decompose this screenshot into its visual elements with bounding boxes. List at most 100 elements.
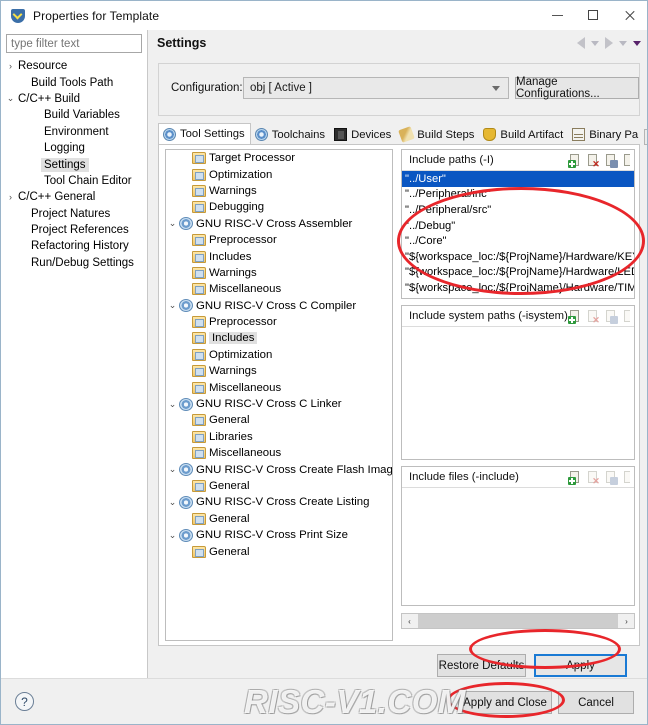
tool-tree-item[interactable]: Optimization bbox=[166, 347, 392, 363]
chevron-down-icon[interactable]: ⌄ bbox=[166, 218, 179, 229]
tab-binary-pa[interactable]: Binary Pa bbox=[568, 124, 643, 145]
forward-arrow-icon[interactable] bbox=[605, 37, 613, 49]
tab-scroll-left-icon[interactable]: ◄ bbox=[644, 129, 647, 145]
minimize-icon[interactable] bbox=[539, 1, 575, 29]
chevron-down-icon[interactable]: ⌄ bbox=[166, 300, 179, 311]
tool-tree-item[interactable]: ⌄ GNU RISC-V Cross C Compiler bbox=[166, 298, 392, 314]
tool-tree-item[interactable]: ⌄ GNU RISC-V Cross Assembler bbox=[166, 216, 392, 232]
restore-defaults-button[interactable]: Restore Defaults bbox=[437, 654, 526, 677]
list-item[interactable]: "${workspace_loc:/${ProjName}/Hardware/L… bbox=[402, 265, 634, 281]
edit-icon[interactable] bbox=[605, 153, 618, 168]
include-paths-list[interactable]: "../User" "../Peripheral/inc" "../Peripher… bbox=[402, 171, 634, 298]
scroll-left-icon[interactable]: ‹ bbox=[402, 614, 417, 628]
chevron-right-icon[interactable]: › bbox=[4, 61, 17, 71]
sidebar-item-project-natures[interactable]: Project Natures bbox=[1, 206, 148, 222]
list-item[interactable]: "../Core" bbox=[402, 233, 634, 249]
chevron-down-icon[interactable]: ⌄ bbox=[166, 497, 179, 508]
tool-tree-item[interactable]: ⌄ GNU RISC-V Cross Create Flash Image bbox=[166, 461, 392, 477]
scroll-right-icon[interactable]: › bbox=[619, 614, 634, 628]
sidebar-item-environment[interactable]: Environment bbox=[1, 124, 148, 140]
back-dropdown-icon[interactable] bbox=[591, 40, 599, 46]
manage-configurations-button[interactable]: Manage Configurations... bbox=[515, 76, 639, 100]
horizontal-scrollbar[interactable]: ‹ › bbox=[401, 613, 635, 629]
filter-text-input[interactable] bbox=[6, 34, 142, 53]
tab-toolchains[interactable]: Toolchains bbox=[251, 124, 330, 145]
chevron-down-icon[interactable]: ⌄ bbox=[166, 399, 179, 410]
tool-tree-item[interactable]: Miscellaneous bbox=[166, 379, 392, 395]
list-item[interactable]: "${workspace_loc:/${ProjName}/Hardware/K… bbox=[402, 249, 634, 265]
list-item[interactable]: "../Debug" bbox=[402, 218, 634, 234]
tool-tree-item[interactable]: Optimization bbox=[166, 166, 392, 182]
add-icon[interactable] bbox=[568, 153, 582, 168]
sidebar-item-label: Logging bbox=[44, 142, 85, 155]
tab-tool-settings[interactable]: Tool Settings bbox=[158, 123, 251, 145]
apply-and-close-button[interactable]: Apply and Close bbox=[458, 691, 552, 714]
sidebar-item-label: Build Tools Path bbox=[31, 76, 114, 89]
configuration-dropdown[interactable]: obj [ Active ] bbox=[243, 77, 509, 99]
tool-tree-item[interactable]: Includes bbox=[166, 248, 392, 264]
chevron-down-icon[interactable]: ⌄ bbox=[4, 94, 17, 103]
tool-tree-item[interactable]: Preprocessor bbox=[166, 314, 392, 330]
sidebar-item-c-c-general[interactable]: › C/C++ General bbox=[1, 189, 148, 205]
tool-tree-item[interactable]: General bbox=[166, 511, 392, 527]
delete-icon: ✕ bbox=[587, 309, 600, 324]
tool-tree-item[interactable]: ⌄ GNU RISC-V Cross Create Listing bbox=[166, 494, 392, 510]
tab-label: Tool Settings bbox=[180, 128, 245, 140]
tool-tree-item[interactable]: General bbox=[166, 478, 392, 494]
list-item[interactable]: "${workspace_loc:/${ProjName}/Hardware/T… bbox=[402, 280, 634, 296]
tool-tree-label: Preprocessor bbox=[209, 316, 277, 329]
list-item[interactable]: "../User" bbox=[402, 171, 634, 187]
tool-tree-item[interactable]: ⌄ GNU RISC-V Cross C Linker bbox=[166, 396, 392, 412]
history-navigation bbox=[577, 37, 641, 49]
tool-tree-item[interactable]: Debugging bbox=[166, 199, 392, 215]
sidebar-item-settings[interactable]: Settings bbox=[1, 156, 148, 172]
list-item[interactable]: "../Peripheral/src" bbox=[402, 202, 634, 218]
back-arrow-icon[interactable] bbox=[577, 37, 585, 49]
tool-tree-label: General bbox=[209, 480, 250, 492]
sidebar-item-build-tools-path[interactable]: Build Tools Path bbox=[1, 74, 148, 90]
tool-tree-item[interactable]: Miscellaneous bbox=[166, 445, 392, 461]
tool-tree-item[interactable]: Includes bbox=[166, 330, 392, 346]
close-icon[interactable] bbox=[611, 1, 647, 29]
tool-tree-item[interactable]: General bbox=[166, 412, 392, 428]
tab-build-artifact[interactable]: Build Artifact bbox=[479, 124, 568, 145]
apply-button[interactable]: Apply bbox=[534, 654, 627, 677]
include-files-list[interactable] bbox=[402, 488, 634, 605]
sidebar-item-run-debug-settings[interactable]: Run/Debug Settings bbox=[1, 255, 148, 271]
tool-tree-item[interactable]: Warnings bbox=[166, 183, 392, 199]
tab-build-steps[interactable]: Build Steps bbox=[396, 124, 479, 145]
sidebar-item-project-references[interactable]: Project References bbox=[1, 222, 148, 238]
chevron-down-icon[interactable]: ⌄ bbox=[166, 464, 179, 475]
include-system-paths-list[interactable] bbox=[402, 327, 634, 459]
sidebar-item-build-variables[interactable]: Build Variables bbox=[1, 107, 148, 123]
tool-tree-item[interactable]: General bbox=[166, 543, 392, 559]
view-menu-icon[interactable] bbox=[633, 40, 641, 46]
forward-dropdown-icon[interactable] bbox=[619, 40, 627, 46]
sidebar-item-resource[interactable]: › Resource bbox=[1, 58, 148, 74]
sidebar-item-refactoring-history[interactable]: Refactoring History bbox=[1, 238, 148, 254]
tab-devices[interactable]: Devices bbox=[330, 124, 396, 145]
sidebar-item-tool-chain-editor[interactable]: Tool Chain Editor bbox=[1, 173, 148, 189]
tool-tree-item[interactable]: Preprocessor bbox=[166, 232, 392, 248]
tool-tree-item[interactable]: Libraries bbox=[166, 429, 392, 445]
sidebar-item-c-c-build[interactable]: ⌄ C/C++ Build bbox=[1, 91, 148, 107]
sidebar-item-logging[interactable]: Logging bbox=[1, 140, 148, 156]
list-item[interactable]: "../Peripheral/inc" bbox=[402, 187, 634, 203]
cancel-button[interactable]: Cancel bbox=[558, 691, 634, 714]
tool-tree-item[interactable]: Warnings bbox=[166, 363, 392, 379]
tool-tree-item[interactable]: Miscellaneous bbox=[166, 281, 392, 297]
maximize-icon[interactable] bbox=[575, 1, 611, 29]
tool-tree-item[interactable]: Target Processor bbox=[166, 150, 392, 166]
sidebar-item-label: Project References bbox=[31, 224, 129, 237]
scrollbar-thumb[interactable] bbox=[418, 614, 618, 628]
delete-icon[interactable]: ✕ bbox=[587, 153, 600, 168]
tab-label: Build Artifact bbox=[500, 128, 564, 141]
chevron-down-icon[interactable]: ⌄ bbox=[166, 530, 179, 541]
chevron-right-icon[interactable]: › bbox=[4, 192, 17, 202]
tool-tree-item[interactable]: ⌄ GNU RISC-V Cross Print Size bbox=[166, 527, 392, 543]
add-icon[interactable] bbox=[568, 470, 582, 485]
tool-tree-item[interactable]: Warnings bbox=[166, 265, 392, 281]
add-icon[interactable] bbox=[568, 309, 582, 324]
help-icon[interactable]: ? bbox=[15, 692, 34, 711]
move-up-icon[interactable] bbox=[623, 153, 630, 167]
